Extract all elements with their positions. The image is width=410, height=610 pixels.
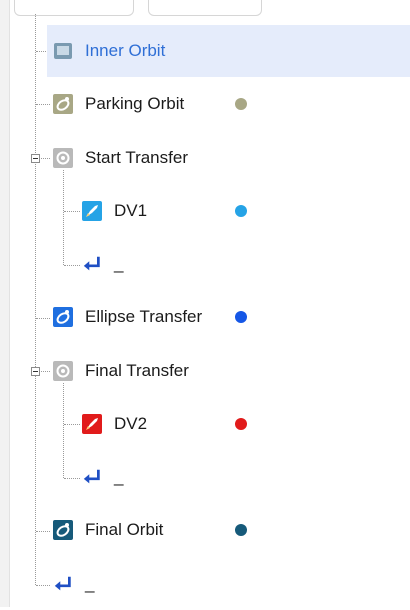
orbit-icon [53, 307, 73, 327]
tree-gutter [0, 0, 10, 607]
tree-item-label: _ [114, 254, 124, 273]
orbit-color-dot [235, 98, 247, 110]
tree-item-label: _ [85, 574, 95, 593]
maneuver-color-dot [235, 418, 247, 430]
tab-left[interactable] [14, 0, 134, 16]
tree-item-label: Final Orbit [85, 520, 164, 539]
tree-connector [63, 383, 64, 478]
tree-item-label: Inner Orbit [85, 41, 166, 60]
tree-item-label: Start Transfer [85, 148, 188, 167]
orbit-icon [53, 94, 73, 114]
target-icon [53, 148, 73, 168]
rocket-icon [82, 414, 102, 434]
tree-connector [35, 14, 36, 585]
tree-item-return[interactable] [47, 558, 410, 610]
orbit-color-dot [235, 524, 247, 536]
tree-connector [63, 170, 64, 265]
orbit-color-dot [235, 311, 247, 323]
return-arrow-icon [82, 254, 102, 274]
tree-item-label: DV2 [114, 414, 148, 433]
tree-item-label: Ellipse Transfer [85, 307, 203, 326]
tree-item-label: _ [114, 467, 124, 486]
collapse-toggle[interactable] [31, 154, 40, 163]
tree-item-return[interactable] [76, 451, 410, 503]
tree-item-return[interactable] [76, 238, 410, 290]
orbit-icon [53, 520, 73, 540]
return-arrow-icon [82, 467, 102, 487]
rocket-icon [82, 201, 102, 221]
collapse-toggle[interactable] [31, 367, 40, 376]
tree-item-label: Parking Orbit [85, 94, 185, 113]
tree-item-label: DV1 [114, 201, 148, 220]
flag-icon [53, 41, 73, 61]
return-arrow-icon [53, 574, 73, 594]
maneuver-color-dot [235, 205, 247, 217]
tab-right[interactable] [148, 0, 262, 16]
tree-item-label: Final Transfer [85, 361, 189, 380]
target-icon [53, 361, 73, 381]
